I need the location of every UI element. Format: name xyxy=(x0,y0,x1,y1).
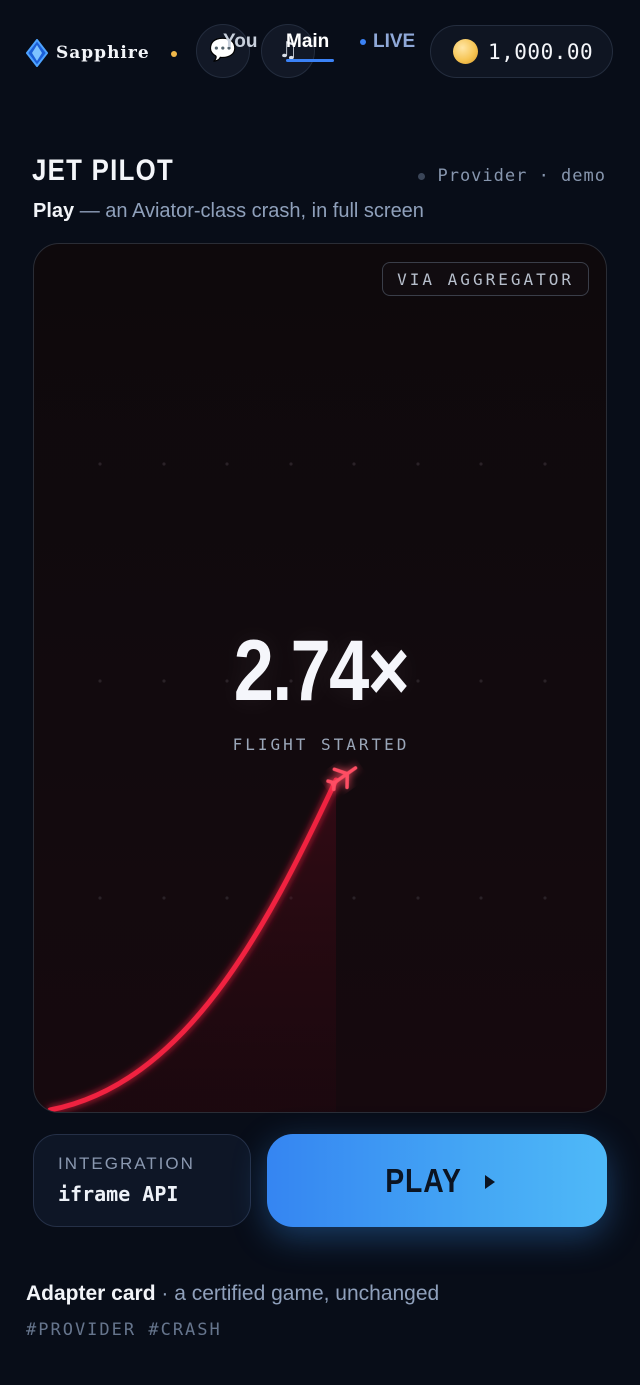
tag-list: #PROVIDER #CRASH xyxy=(26,1320,222,1340)
multiplier-value: 2.74× xyxy=(233,623,410,719)
balance-value: 1,000.00 xyxy=(488,39,594,64)
provider-label: Provider · demo xyxy=(437,166,606,186)
aggregator-badge: VIA AGGREGATOR xyxy=(382,262,589,296)
page-title: JET PILOT xyxy=(32,154,175,187)
tab-main[interactable]: Main xyxy=(286,31,329,53)
status-dot xyxy=(171,51,177,57)
subtitle-text: — an Aviator-class crash, in full screen xyxy=(74,200,424,222)
live-dot xyxy=(360,39,366,45)
active-tab-indicator xyxy=(286,59,334,62)
integration-value: iframe API xyxy=(58,1182,179,1206)
coin-icon xyxy=(453,39,478,64)
brand-name: Sapphire xyxy=(56,43,150,63)
flight-status: FLIGHT STARTED xyxy=(232,735,410,754)
provider-dot xyxy=(418,172,426,180)
play-arrow-icon xyxy=(485,1175,496,1189)
caption-bold: Adapter card xyxy=(26,1282,156,1305)
game-frame[interactable]: VIA AGGREGATOR 2.74× FLIGHT STARTED xyxy=(33,243,607,1113)
tab-live[interactable]: LIVE xyxy=(360,31,415,53)
play-button[interactable]: PLAY xyxy=(267,1134,607,1227)
brand-logo[interactable]: Sapphire xyxy=(26,38,150,68)
caption-text: · a certified game, unchanged xyxy=(155,1282,440,1305)
tab-you[interactable]: You xyxy=(223,31,257,53)
balance-pill[interactable]: 1,000.00 xyxy=(430,25,613,78)
provider-info: Provider · demo xyxy=(418,166,606,186)
play-label: PLAY xyxy=(384,1161,462,1199)
diamond-icon xyxy=(26,39,48,67)
integration-card: INTEGRATION iframe API xyxy=(33,1134,251,1227)
app-screen: Sapphire 💬 ♫ You Main LIVE 1,000.00 JET … xyxy=(0,0,640,1385)
subtitle-bold: Play xyxy=(33,200,75,222)
tab-live-label: LIVE xyxy=(373,31,416,52)
page-subtitle: Play — an Aviator-class crash, in full s… xyxy=(33,200,424,223)
adapter-caption: Adapter card · a certified game, unchang… xyxy=(26,1282,439,1306)
integration-label: INTEGRATION xyxy=(58,1154,195,1173)
